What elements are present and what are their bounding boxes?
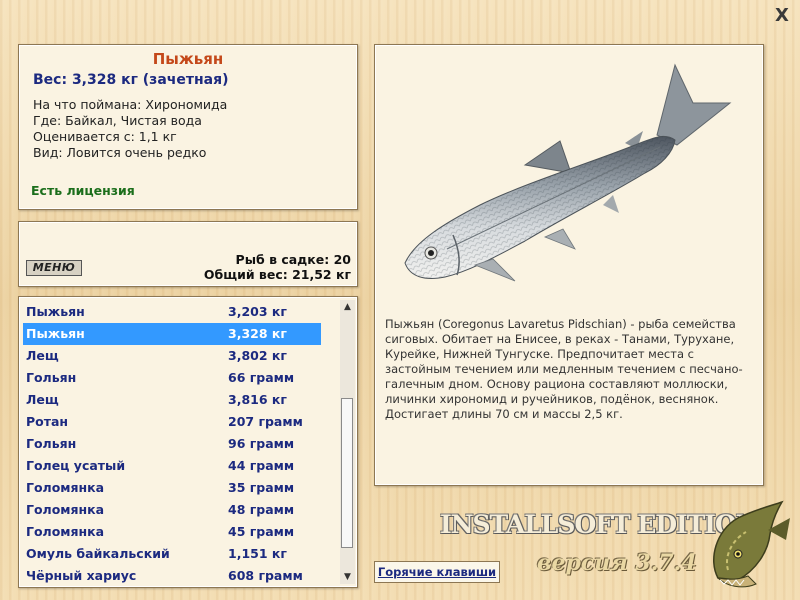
catch-fish-name: Голец усатый [26,458,126,473]
catch-fish-name: Омуль байкальский [26,546,170,561]
catch-list-row[interactable]: Чёрный хариус 608 грамм [23,565,321,587]
catch-fish-weight: 3,328 кг [228,326,287,341]
scroll-thumb[interactable] [341,398,353,548]
catch-list-row[interactable]: Пыжьян 3,328 кг [23,323,321,345]
catch-fish-name: Лещ [26,348,59,363]
catch-fish-weight: 3,203 кг [228,304,287,319]
pike-logo-icon [713,500,790,588]
catch-fish-name: Голомянка [26,502,105,517]
catch-fish-name: Голомянка [26,480,105,495]
fish-title: Пыжьян [152,50,224,68]
location-text: Где: Байкал, Чистая вода [33,113,202,128]
total-weight: Общий вес: 21,52 кг [203,267,351,282]
catch-fish-weight: 608 грамм [228,568,303,583]
catch-fish-weight: 45 грамм [228,524,295,539]
fish-info-panel: Пыжьян Вес: 3,328 кг (зачетная) На что п… [18,44,358,210]
catch-list-row[interactable]: Омуль байкальский 1,151 кг [23,543,321,565]
catch-list-row[interactable]: Пыжьян 3,203 кг [23,301,321,323]
menu-button[interactable]: МЕНЮ [26,260,82,276]
catch-fish-name: Ротан [26,414,69,429]
catch-list-row[interactable]: Лещ 3,816 кг [23,389,321,411]
catch-fish-weight: 66 грамм [228,370,295,385]
catch-list-row[interactable]: Голомянка 48 грамм [23,499,321,521]
edition-version: версия 3.7.4 [537,550,697,576]
fish-description: Пыжьян (Coregonus Lavaretus Pidschian) -… [385,317,743,421]
catch-list-row[interactable]: Голомянка 45 грамм [23,521,321,543]
fish-description-panel: Пыжьян (Coregonus Lavaretus Pidschian) -… [374,44,764,486]
catch-fish-weight: 3,802 кг [228,348,287,363]
catch-fish-weight: 35 грамм [228,480,295,495]
license-status: Есть лицензия [31,183,135,198]
scroll-down-icon[interactable]: ▼ [340,570,355,584]
catch-fish-name: Лещ [26,392,59,407]
catch-list-row[interactable]: Голомянка 35 грамм [23,477,321,499]
catch-fish-weight: 44 грамм [228,458,295,473]
catch-fish-weight: 3,816 кг [228,392,287,407]
catch-list[interactable]: Пыжьян 3,203 кг Пыжьян 3,328 кг Лещ 3,802 кг Г… [18,296,358,588]
catch-list-row[interactable]: Гольян 66 грамм [23,367,321,389]
catch-fish-weight: 48 грамм [228,502,295,517]
fish-image [404,63,732,282]
catch-list-row[interactable]: Ротан 207 грамм [23,411,321,433]
fish-weight: Вес: 3,328 кг (зачетная) [33,72,229,88]
list-scrollbar[interactable]: ▲ ▼ [340,300,355,584]
catch-fish-name: Гольян [26,436,77,451]
close-button[interactable]: X [772,6,792,26]
rarity-text: Вид: Ловится очень редко [33,145,207,160]
catch-fish-weight: 207 грамм [228,414,303,429]
scroll-up-icon[interactable]: ▲ [340,300,355,314]
catch-fish-name: Гольян [26,370,77,385]
caught-on-text: На что поймана: Хирономида [33,97,228,112]
catch-list-row[interactable]: Лещ 3,802 кг [23,345,321,367]
catch-fish-name: Пыжьян [26,304,85,319]
catch-fish-name: Голомянка [26,524,105,539]
hotkeys-button[interactable]: Горячие клавиши [374,561,500,583]
catch-list-row[interactable]: Гольян 96 грамм [23,433,321,455]
catch-fish-weight: 96 грамм [228,436,295,451]
valued-from-text: Оценивается с: 1,1 кг [33,129,177,144]
menu-panel: МЕНЮ Рыб в садке: 20 Общий вес: 21,52 кг [18,221,358,287]
catch-fish-weight: 1,151 кг [228,546,287,561]
catch-fish-name: Чёрный хариус [26,568,137,583]
cage-count: Рыб в садке: 20 [235,252,351,267]
catch-list-row[interactable]: Голец усатый 44 грамм [23,455,321,477]
catch-fish-name: Пыжьян [26,326,85,341]
